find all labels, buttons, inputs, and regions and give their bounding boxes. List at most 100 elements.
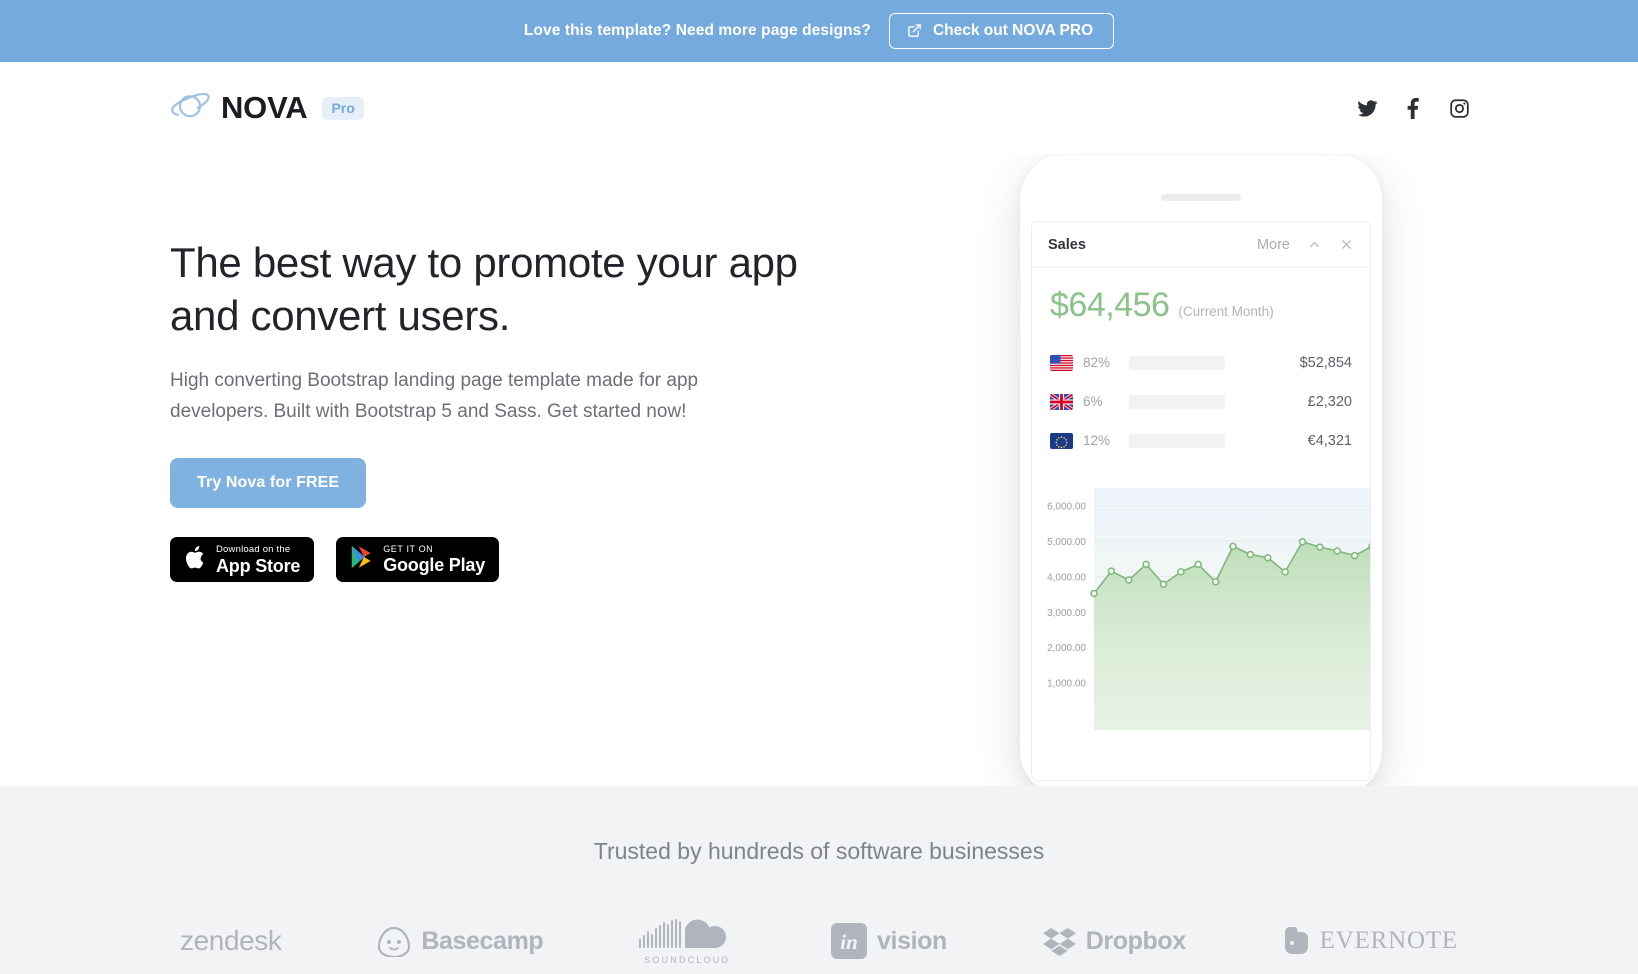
chart-y-tick-label: 5,000.00 [1047, 537, 1086, 548]
facebook-icon[interactable] [1403, 97, 1424, 119]
stat-bar [1129, 355, 1225, 370]
evernote-mark-icon [1282, 925, 1310, 957]
site-header: NOVA Pro [0, 62, 1638, 154]
table-row: 12% €4,321 [1050, 421, 1352, 460]
chart-y-tick-label: 6,000.00 [1047, 502, 1086, 513]
chart-point [1264, 553, 1272, 562]
sales-amount-row: $64,456 (Current Month) [1032, 268, 1370, 331]
chart-y-tick-label: 2,000.00 [1047, 643, 1086, 654]
stat-bar [1129, 394, 1225, 409]
phone-mockup: Sales More $64,456 (Current Month) 82% $… [1018, 155, 1382, 786]
sales-card-header: Sales More [1032, 222, 1370, 268]
app-store-small-label: Download on the [216, 544, 291, 556]
store-badges: Download on the App Store GET IT ON Goog… [170, 537, 810, 583]
zendesk-label: zendesk [180, 925, 282, 956]
chart-point [1316, 543, 1324, 551]
brand-logo[interactable]: NOVA Pro [170, 88, 364, 128]
hero-title-line-2: and convert users. [170, 291, 511, 339]
chart-point [1159, 580, 1168, 588]
sales-chart: 6,000.00 5,000.00 4,000.00 3,000.00 2,000.00… [1032, 480, 1370, 730]
chart-y-tick-label: 1,000.00 [1047, 679, 1086, 690]
twitter-icon[interactable] [1357, 98, 1378, 119]
check-out-nova-pro-label: Check out NOVA PRO [932, 21, 1094, 39]
invision-label: vision [877, 926, 947, 955]
basecamp-label: Basecamp [421, 926, 544, 955]
soundcloud-label: SOUNDCLOUD [644, 955, 731, 965]
sales-area-chart: 6,000.00 5,000.00 4,000.00 3,000.00 2,000.00… [1047, 488, 1370, 730]
phone-volume-down-button[interactable] [1018, 331, 1021, 369]
chart-point [1229, 542, 1237, 551]
hero-section: The best way to promote your app and con… [0, 154, 1638, 786]
promo-bar: Love this template? Need more page desig… [0, 0, 1638, 62]
external-link-icon [907, 23, 922, 38]
brand-badge: Pro [322, 96, 364, 120]
sales-amount-note: (Current Month) [1178, 304, 1274, 319]
phone-volume-up-button[interactable] [1018, 273, 1021, 311]
stat-percent: 82% [1083, 355, 1111, 370]
check-out-nova-pro-button[interactable]: Check out NOVA PRO [888, 12, 1115, 50]
social-links [1357, 97, 1470, 119]
hero-subtitle: High converting Bootstrap landing page t… [170, 369, 699, 422]
stat-bar [1129, 433, 1225, 448]
evernote-label: EVERNOTE [1319, 927, 1458, 954]
dropbox-logo[interactable]: Dropbox [1042, 926, 1186, 956]
basecamp-mark-icon [377, 926, 411, 957]
page-title: The best way to promote your app and con… [170, 237, 810, 343]
flag-eu-icon [1050, 432, 1073, 449]
chart-point [1350, 551, 1359, 560]
chart-point [1142, 560, 1150, 569]
chart-point [1333, 547, 1341, 555]
phone-speaker [1161, 194, 1241, 201]
sales-amount: $64,456 [1050, 286, 1170, 324]
stat-amount: $52,854 [1299, 354, 1352, 371]
soundcloud-logo[interactable]: SOUNDCLOUD [639, 917, 735, 965]
zendesk-logo[interactable]: zendesk [180, 925, 282, 957]
table-row: 82% $52,854 [1050, 343, 1352, 382]
svg-text:in: in [840, 930, 858, 954]
trusted-section: Trusted by hundreds of software business… [0, 786, 1638, 974]
chart-point [1090, 589, 1098, 598]
chart-point [1177, 568, 1185, 576]
try-nova-for-free-button[interactable]: Try Nova for FREE [170, 458, 367, 509]
chart-point [1368, 543, 1370, 550]
hero-copy: The best way to promote your app and con… [170, 237, 810, 583]
promo-text: Love this template? Need more page desig… [523, 22, 871, 39]
chart-y-tick-label: 3,000.00 [1047, 608, 1086, 619]
chart-point [1107, 567, 1116, 575]
chart-point [1194, 560, 1202, 569]
chart-y-tick-label: 4,000.00 [1047, 572, 1086, 583]
chevron-up-icon[interactable] [1307, 237, 1322, 252]
trusted-title: Trusted by hundreds of software business… [593, 838, 1045, 864]
chart-point [1211, 578, 1220, 586]
invision-logo[interactable]: in vision [831, 923, 947, 959]
google-play-label: Google Play [383, 555, 486, 576]
dropbox-label: Dropbox [1085, 926, 1186, 955]
stat-amount: £2,320 [1307, 393, 1352, 410]
planet-saturn-icon [170, 88, 210, 128]
chart-point [1281, 568, 1289, 576]
instagram-icon[interactable] [1449, 98, 1470, 119]
google-play-small-label: GET IT ON [383, 544, 434, 555]
app-store-badge[interactable]: Download on the App Store [170, 537, 315, 583]
evernote-logo[interactable]: EVERNOTE [1282, 925, 1458, 957]
more-link[interactable]: More [1257, 237, 1290, 253]
stat-amount: €4,321 [1307, 432, 1352, 449]
stat-percent: 6% [1083, 394, 1103, 409]
sales-card: Sales More $64,456 (Current Month) 82% $… [1031, 221, 1371, 781]
chart-point [1125, 576, 1133, 584]
logo-row: zendesk Basecamp SOUNDCLOUD in vision Dr… [0, 917, 1638, 965]
close-icon[interactable] [1339, 237, 1354, 252]
hero-title-line-1: The best way to promote your app [170, 239, 798, 286]
chart-point [1298, 538, 1307, 546]
flag-gb-icon [1050, 393, 1073, 410]
google-play-badge[interactable]: GET IT ON Google Play [336, 537, 500, 583]
dropbox-mark-icon [1042, 927, 1076, 956]
chart-point [1246, 550, 1255, 559]
brand-name: NOVA [221, 90, 308, 125]
flag-us-icon [1050, 354, 1073, 371]
basecamp-logo[interactable]: Basecamp [377, 926, 544, 957]
apple-icon [184, 544, 207, 576]
country-stats: 82% $52,854 6% £2,320 12% €4,321 [1032, 331, 1370, 466]
stat-percent: 12% [1083, 433, 1111, 448]
invision-mark-icon: in [831, 923, 868, 959]
